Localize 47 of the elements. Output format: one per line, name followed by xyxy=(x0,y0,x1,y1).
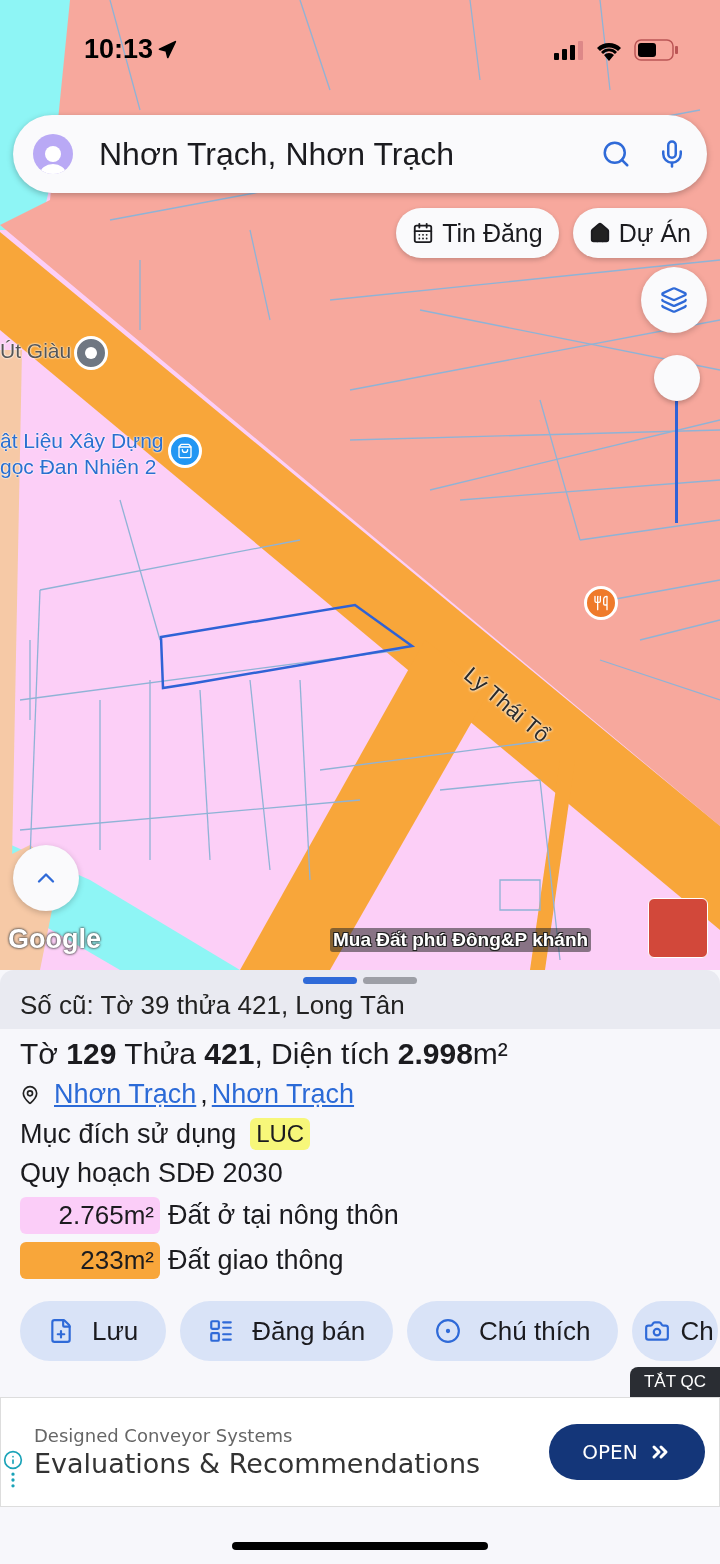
zone-area: 2.765m² xyxy=(20,1197,160,1234)
location-link[interactable]: Nhơn Trạch xyxy=(211,1079,355,1110)
zone-name: Đất giao thông xyxy=(168,1245,344,1276)
house-icon xyxy=(588,222,611,244)
place-label[interactable]: Út Giàu xyxy=(0,338,72,364)
land-use-code: LUC xyxy=(250,1118,311,1150)
layers-icon xyxy=(660,286,688,314)
dot-icon xyxy=(85,347,97,359)
plan-title: Quy hoạch SDĐ 2030 xyxy=(20,1158,284,1189)
filter-chip[interactable]: Tin Đăng xyxy=(396,208,559,258)
camera-icon xyxy=(644,1318,671,1344)
location-arrow-icon xyxy=(157,39,178,60)
battery-icon xyxy=(634,38,680,61)
search-value: Nhơn Trạch, Nhơn Trạch xyxy=(99,135,455,173)
file-plus-icon xyxy=(48,1318,74,1344)
zone-area: 233m² xyxy=(20,1242,160,1279)
ad-title: Evaluations & Recommendations xyxy=(34,1448,482,1479)
status-time: 10:13 xyxy=(84,34,154,65)
info-icon[interactable] xyxy=(3,1450,23,1470)
action-button[interactable]: Lưu xyxy=(20,1301,167,1361)
old-parcel-number: Số cũ: Tờ 39 thửa 421, Long Tân xyxy=(20,990,405,1021)
sign-thumbnail[interactable] xyxy=(648,898,708,958)
filter-chip[interactable]: Dự Án xyxy=(572,208,707,258)
action-button[interactable]: Đăng bán xyxy=(180,1301,394,1361)
parcel-title: Tờ 129 Thửa 421, Diện tích 2.998m² xyxy=(20,1037,509,1071)
signal-icon xyxy=(554,39,584,60)
ad-banner[interactable]: Designed Conveyor Systems Evaluations & Recommendations OPEN xyxy=(0,1397,720,1507)
map-logo: Google xyxy=(8,924,101,955)
search-bar[interactable]: Nhơn Trạch, Nhơn Trạch xyxy=(13,115,707,193)
zone-name: Đất ở tại nông thôn xyxy=(168,1200,399,1231)
purpose-label: Mục đích sử dụng xyxy=(20,1118,237,1150)
page-indicator[interactable] xyxy=(363,977,417,984)
page-indicator[interactable] xyxy=(303,977,357,984)
calendar-icon xyxy=(412,222,435,244)
open-button[interactable]: OPEN xyxy=(549,1424,705,1480)
close-ad-button[interactable]: TẮT QC xyxy=(629,1367,720,1397)
search-icon[interactable] xyxy=(601,139,631,169)
fork-knife-icon xyxy=(593,595,609,611)
action-button[interactable]: Chú thích xyxy=(407,1301,619,1361)
separator: , xyxy=(200,1079,208,1110)
shopping-bag-icon xyxy=(177,443,193,459)
avatar[interactable] xyxy=(33,134,73,174)
action-button[interactable]: Ch xyxy=(632,1301,718,1361)
location-pin-icon xyxy=(20,1084,40,1105)
calendar-list-icon xyxy=(208,1318,235,1344)
ad-subtitle: Designed Conveyor Systems xyxy=(34,1425,294,1446)
location-link[interactable]: Nhơn Trạch xyxy=(54,1079,197,1110)
